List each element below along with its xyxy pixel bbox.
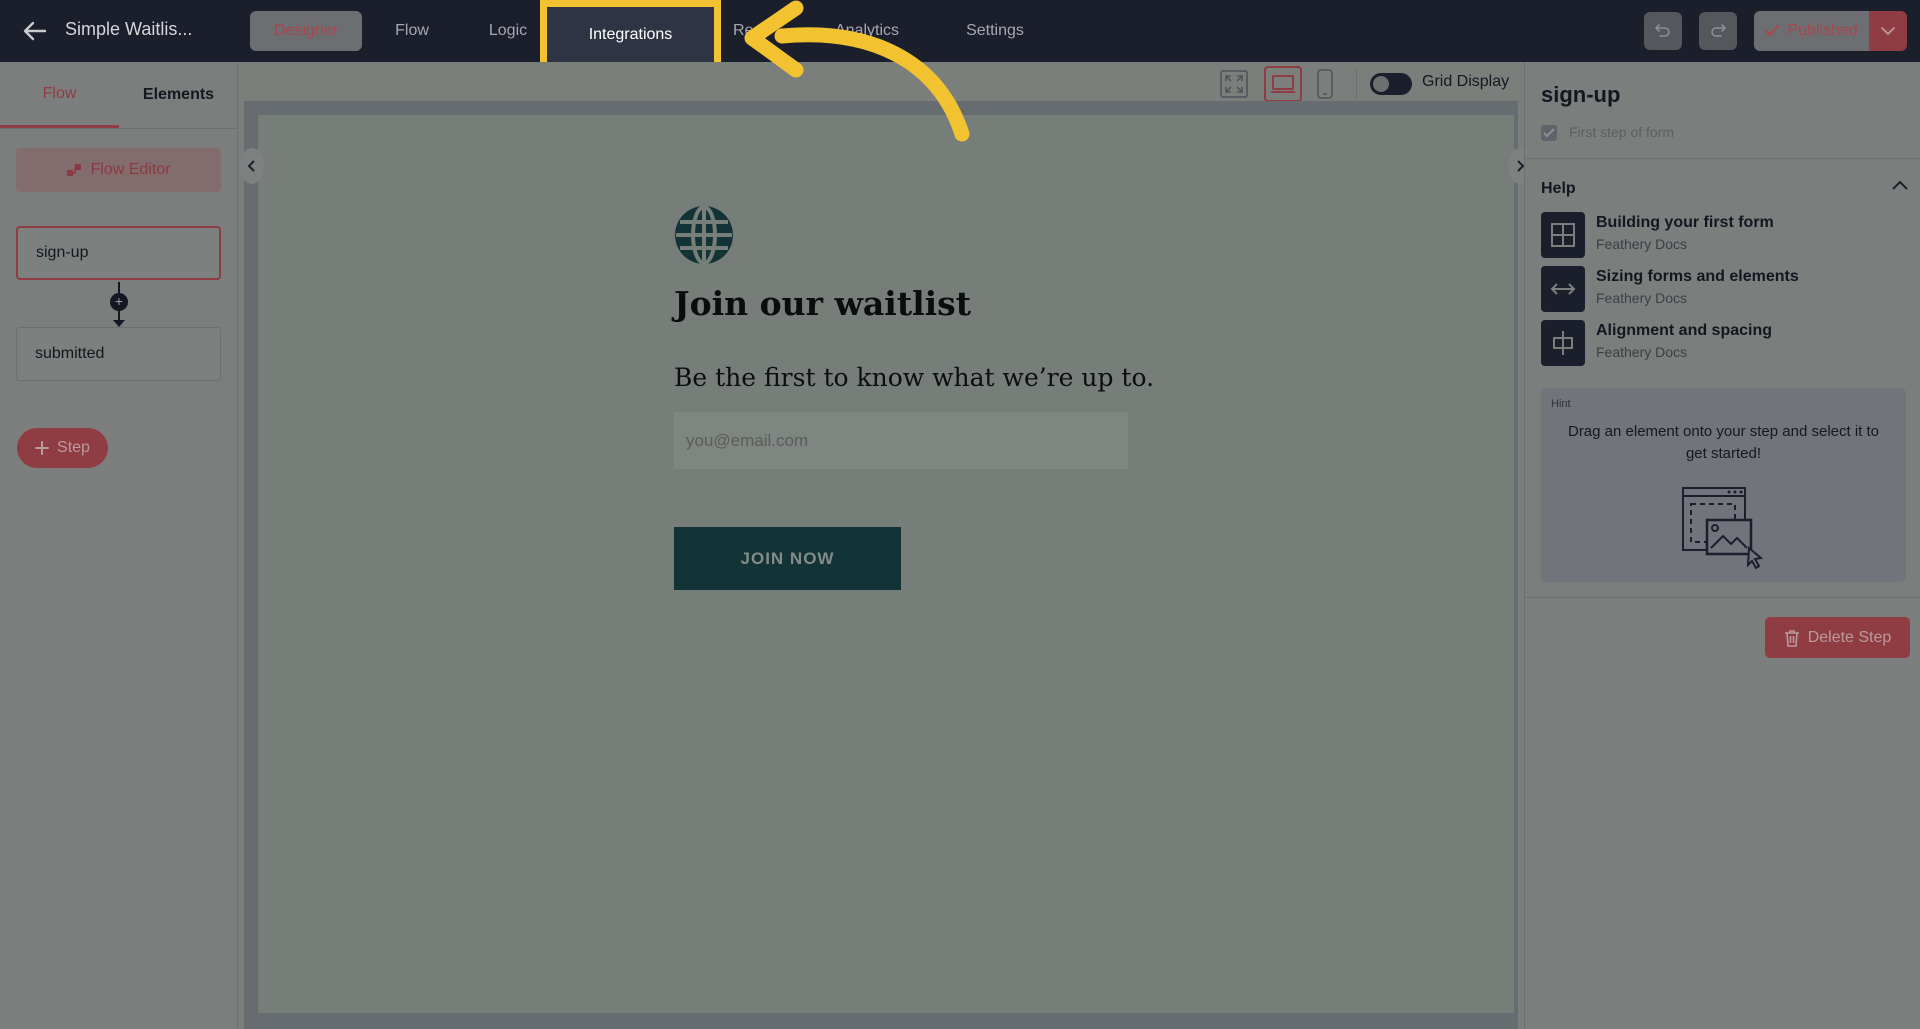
hint-text: Drag an element onto your step and selec… [1567, 423, 1879, 462]
published-button[interactable]: Published [1754, 11, 1869, 51]
left-sidebar: Flow Elements Flow Editor sign-up + subm… [0, 62, 238, 1029]
layout-icon [1541, 212, 1585, 258]
trash-icon [1784, 629, 1799, 647]
divider [1525, 158, 1920, 159]
redo-button[interactable] [1699, 12, 1737, 50]
tab-integrations[interactable]: Integrations [540, 0, 721, 70]
chevron-up-icon[interactable] [1891, 178, 1909, 196]
resize-icon [1541, 266, 1585, 312]
first-step-label: First step of form [1569, 124, 1675, 140]
tutorial-arrow-icon [740, 0, 980, 155]
chevron-left-icon [247, 160, 255, 172]
divider [1525, 597, 1920, 598]
toggle-knob [1373, 76, 1389, 92]
help-item-sizing-forms[interactable]: Sizing forms and elements Feathery Docs [1541, 266, 1911, 312]
tab-logic[interactable]: Logic [476, 11, 540, 51]
tab-designer[interactable]: Designer [250, 11, 362, 51]
mobile-view-icon[interactable] [1314, 66, 1336, 102]
help-item-building-first-form[interactable]: Building your first form Feathery Docs [1541, 212, 1911, 258]
join-now-button[interactable]: JOIN NOW [674, 527, 901, 590]
divider [0, 128, 238, 129]
flow-editor-button[interactable]: Flow Editor [16, 148, 221, 192]
collapse-left-panel-button[interactable] [240, 148, 264, 184]
delete-step-button[interactable]: Delete Step [1765, 617, 1910, 658]
canvas-area: Grid Display Join our waitlist Be the fi… [238, 62, 1532, 1029]
redo-icon [1711, 24, 1726, 37]
drag-element-illustration-icon [1681, 486, 1767, 577]
tab-flow-panel[interactable]: Flow [0, 62, 119, 128]
hint-box: Hint Drag an element onto your step and … [1541, 388, 1906, 582]
step-card-sign-up[interactable]: sign-up [16, 226, 221, 280]
help-item-title: Alignment and spacing [1596, 322, 1773, 339]
published-label: Published [1787, 22, 1858, 39]
check-icon [1543, 128, 1555, 138]
form-title: Simple Waitlis... [65, 19, 193, 39]
first-step-checkbox[interactable] [1541, 125, 1557, 141]
delete-step-label: Delete Step [1807, 628, 1892, 646]
align-icon [1541, 320, 1585, 366]
toolbar-divider [1356, 68, 1357, 100]
check-icon [1765, 25, 1780, 37]
flow-editor-icon [67, 164, 82, 176]
back-arrow-icon[interactable] [18, 14, 52, 48]
grid-display-label: Grid Display [1422, 73, 1510, 90]
form-title-heading[interactable]: Join our waitlist [674, 284, 971, 323]
help-item-title: Sizing forms and elements [1596, 268, 1799, 285]
desktop-view-icon[interactable] [1264, 66, 1302, 102]
step-card-submitted[interactable]: submitted [16, 327, 221, 381]
tab-elements-panel[interactable]: Elements [119, 62, 238, 128]
add-step-button[interactable]: Step [17, 428, 108, 468]
canvas-frame: Join our waitlist Be the first to know w… [240, 101, 1532, 1029]
help-item-source: Feathery Docs [1596, 236, 1688, 252]
step-name-heading[interactable]: sign-up [1541, 82, 1620, 108]
flow-editor-label: Flow Editor [90, 161, 171, 178]
help-item-alignment-spacing[interactable]: Alignment and spacing Feathery Docs [1541, 320, 1911, 366]
grid-display-toggle[interactable] [1370, 73, 1412, 95]
fullscreen-icon[interactable] [1218, 66, 1250, 102]
help-item-title: Building your first form [1596, 214, 1774, 231]
add-step-label: Step [57, 439, 90, 456]
globe-icon [674, 205, 734, 270]
help-section-title: Help [1541, 180, 1576, 197]
right-panel: sign-up First step of form Help Building… [1524, 62, 1920, 1029]
undo-button[interactable] [1644, 12, 1682, 50]
tab-flow[interactable]: Flow [382, 11, 442, 51]
help-item-source: Feathery Docs [1596, 290, 1688, 306]
undo-icon [1655, 24, 1670, 37]
form-page: Join our waitlist Be the first to know w… [258, 115, 1514, 1013]
plus-icon [35, 441, 50, 455]
form-subtitle[interactable]: Be the first to know what we’re up to. [674, 363, 1154, 392]
hint-tag: Hint [1551, 398, 1571, 410]
chevron-down-icon [1881, 27, 1895, 36]
publish-options-button[interactable] [1869, 11, 1907, 51]
help-item-source: Feathery Docs [1596, 344, 1688, 360]
add-connection-button[interactable]: + [110, 293, 128, 311]
email-field[interactable]: you@email.com [674, 412, 1128, 469]
connector-arrow-icon [113, 320, 125, 327]
